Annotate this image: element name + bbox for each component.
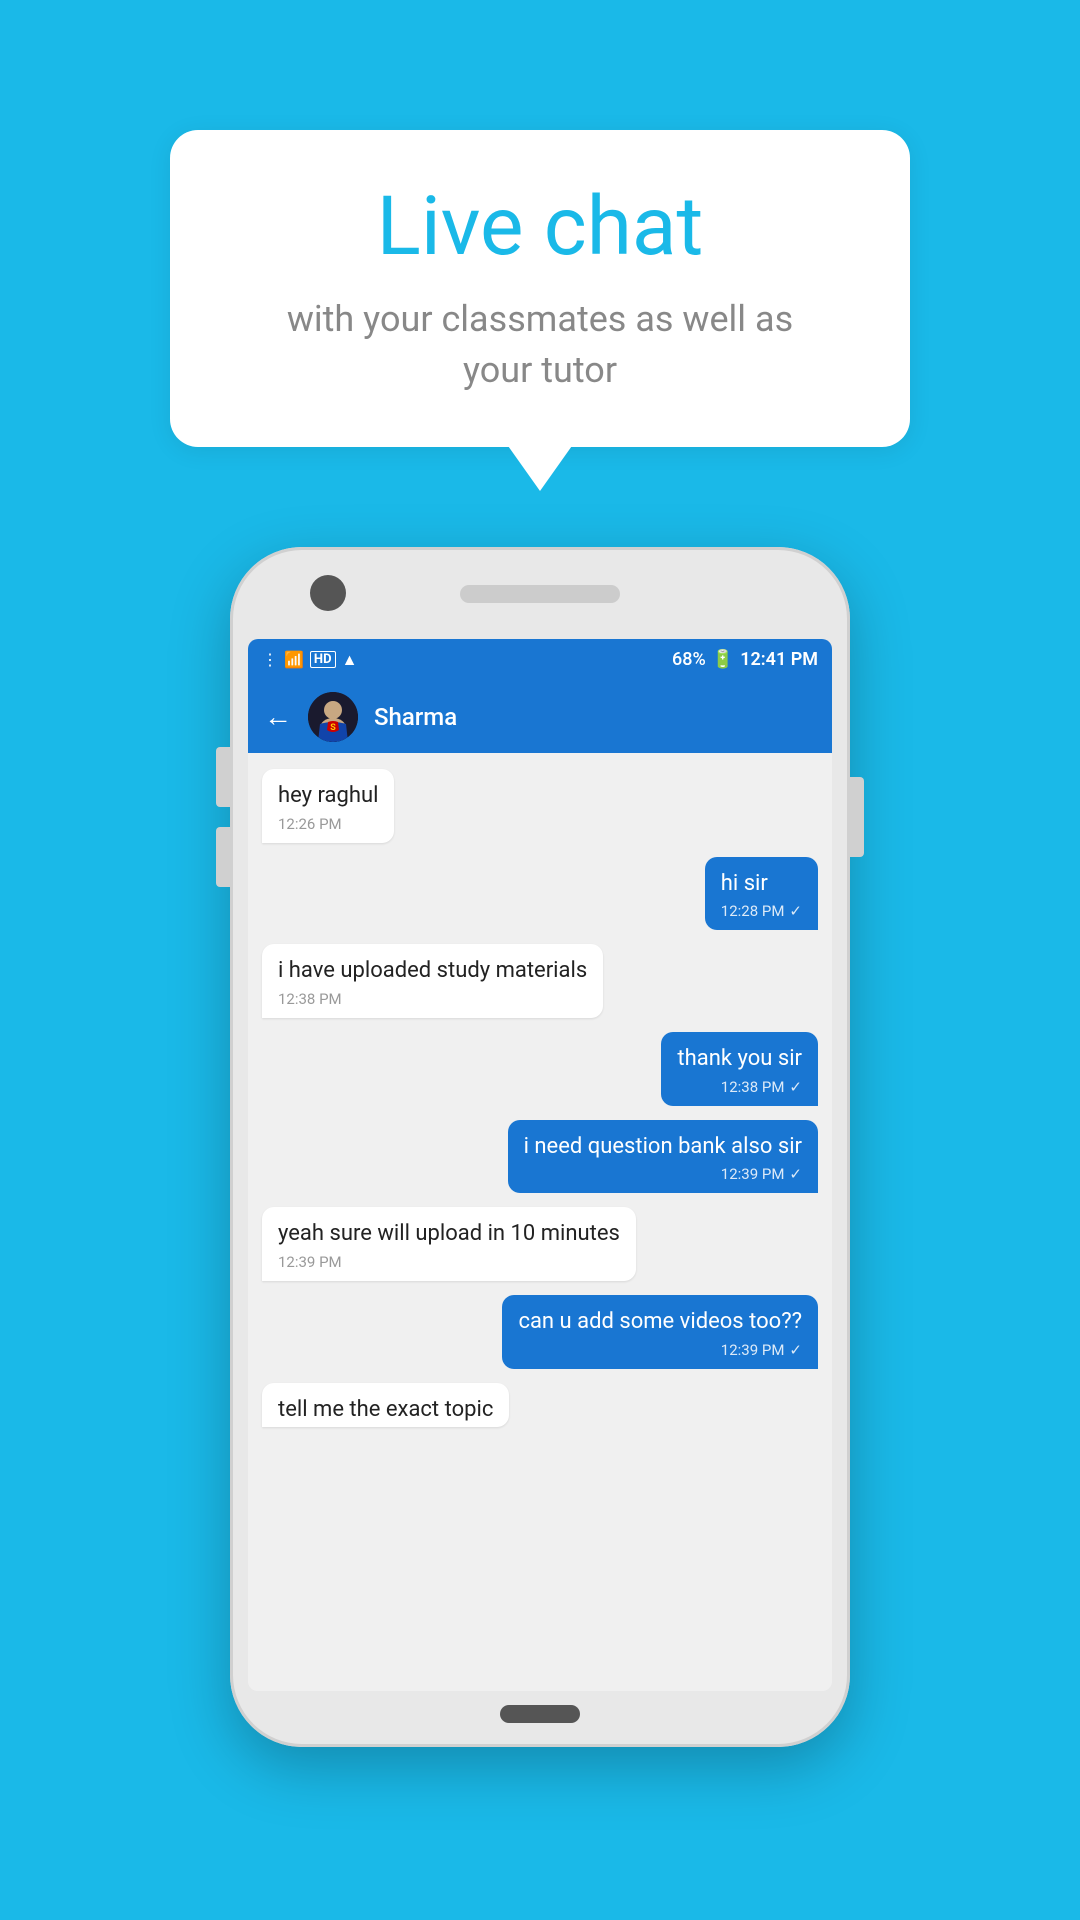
svg-text:S: S <box>330 723 336 733</box>
hd-badge: HD <box>310 651 336 668</box>
battery-percent: 68% <box>672 649 706 670</box>
signal-icon: 📶 <box>284 650 304 669</box>
message-time-row: 12:39 PM ✓ <box>518 1341 802 1359</box>
message-sent: i need question bank also sir 12:39 PM ✓ <box>508 1120 818 1194</box>
back-button[interactable]: ← <box>264 700 292 733</box>
battery-icon: 🔋 <box>712 649 734 670</box>
phone-speaker <box>460 585 620 603</box>
message-time-row: 12:28 PM ✓ <box>721 902 802 920</box>
wifi-icon: ▲ <box>342 650 358 670</box>
message-sent: hi sir 12:28 PM ✓ <box>705 857 818 931</box>
message-text: i need question bank also sir <box>524 1132 802 1162</box>
status-bar-right: 68% 🔋 12:41 PM <box>672 649 818 670</box>
message-received: tell me the exact topic 12:40 PM <box>262 1383 509 1427</box>
status-bar: ⋮ 📶 HD ▲ 68% 🔋 12:41 PM <box>248 639 832 681</box>
status-bar-left: ⋮ 📶 HD ▲ <box>262 650 357 670</box>
phone-home-button <box>500 1705 580 1723</box>
phone-vol-down <box>216 827 230 887</box>
message-time-row: 12:39 PM ✓ <box>524 1165 802 1183</box>
message-time: 12:39 PM <box>278 1253 620 1271</box>
message-time: 12:38 PM <box>278 990 587 1008</box>
check-icon: ✓ <box>789 902 802 920</box>
message-text: hi sir <box>721 869 802 899</box>
phone-mockup: ⋮ 📶 HD ▲ 68% 🔋 12:41 PM ← <box>230 547 850 1747</box>
check-icon: ✓ <box>789 1165 802 1183</box>
phone-camera <box>310 575 346 611</box>
message-time: 12:28 PM <box>721 902 785 920</box>
message-time-row: 12:38 PM ✓ <box>677 1078 802 1096</box>
superman-icon: S <box>308 692 358 742</box>
message-text: can u add some videos too?? <box>518 1307 802 1337</box>
status-time: 12:41 PM <box>740 649 818 670</box>
feature-title: Live chat <box>250 182 830 272</box>
phone-power-button <box>850 777 864 857</box>
check-icon: ✓ <box>789 1341 802 1359</box>
messages-area[interactable]: hey raghul 12:26 PM hi sir 12:28 PM ✓ i … <box>248 753 832 1691</box>
message-text: thank you sir <box>677 1044 802 1074</box>
message-received: hey raghul 12:26 PM <box>262 769 394 843</box>
message-text: hey raghul <box>278 781 378 811</box>
feature-subtitle: with your classmates as well as your tut… <box>250 294 830 395</box>
message-text: tell me the exact topic <box>278 1395 493 1425</box>
chat-header: ← <box>248 681 832 753</box>
message-time: 12:38 PM <box>721 1078 785 1096</box>
phone-vol-up <box>216 747 230 807</box>
avatar-image: S <box>308 692 358 742</box>
message-time: 12:26 PM <box>278 815 378 833</box>
contact-name: Sharma <box>374 703 457 731</box>
phone-body: ⋮ 📶 HD ▲ 68% 🔋 12:41 PM ← <box>230 547 850 1747</box>
feature-card: Live chat with your classmates as well a… <box>170 130 910 447</box>
message-text: i have uploaded study materials <box>278 956 587 986</box>
message-time: 12:39 PM <box>721 1341 785 1359</box>
bluetooth-icon: ⋮ <box>262 650 278 669</box>
check-icon: ✓ <box>789 1078 802 1096</box>
message-sent: thank you sir 12:38 PM ✓ <box>661 1032 818 1106</box>
message-received: yeah sure will upload in 10 minutes 12:3… <box>262 1207 636 1281</box>
message-received: i have uploaded study materials 12:38 PM <box>262 944 603 1018</box>
message-sent: can u add some videos too?? 12:39 PM ✓ <box>502 1295 818 1369</box>
message-time: 12:39 PM <box>721 1165 785 1183</box>
phone-screen: ⋮ 📶 HD ▲ 68% 🔋 12:41 PM ← <box>248 639 832 1691</box>
contact-avatar: S <box>308 692 358 742</box>
message-text: yeah sure will upload in 10 minutes <box>278 1219 620 1249</box>
